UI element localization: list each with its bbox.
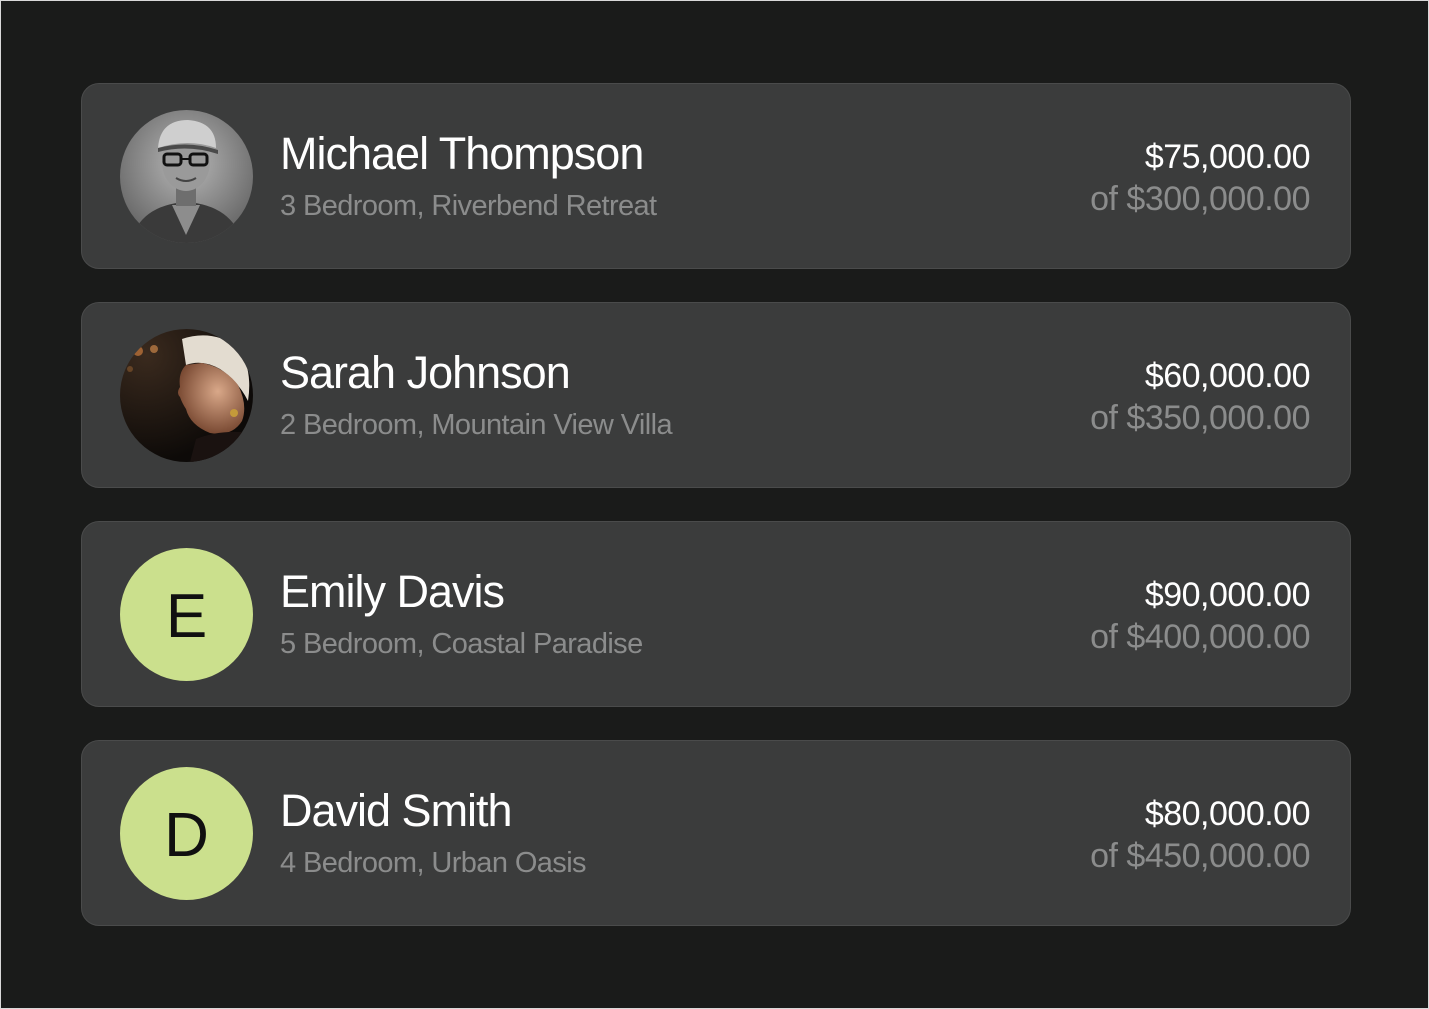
- total-amount: of $300,000.00: [1090, 180, 1310, 218]
- total-amount: of $450,000.00: [1090, 837, 1310, 875]
- list-item[interactable]: Sarah Johnson 2 Bedroom, Mountain View V…: [81, 302, 1351, 488]
- photo-avatar-icon: [120, 110, 253, 243]
- property-label: 5 Bedroom, Coastal Paradise: [280, 628, 643, 660]
- paid-amount: $80,000.00: [1144, 795, 1311, 833]
- paid-amount: $75,000.00: [1144, 138, 1311, 176]
- buyer-name: Michael Thompson: [280, 128, 644, 179]
- app-frame: Michael Thompson 3 Bedroom, Riverbend Re…: [0, 0, 1429, 1009]
- property-label: 2 Bedroom, Mountain View Villa: [280, 409, 673, 441]
- buyer-list: Michael Thompson 3 Bedroom, Riverbend Re…: [81, 83, 1351, 959]
- paid-amount: $60,000.00: [1144, 357, 1311, 395]
- avatar: E: [120, 548, 253, 681]
- avatar: [120, 329, 253, 462]
- list-item[interactable]: E Emily Davis 5 Bedroom, Coastal Paradis…: [81, 521, 1351, 707]
- list-item[interactable]: Michael Thompson 3 Bedroom, Riverbend Re…: [81, 83, 1351, 269]
- avatar: D: [120, 767, 253, 900]
- total-amount: of $350,000.00: [1090, 399, 1310, 437]
- avatar: [120, 110, 253, 243]
- photo-avatar-icon: [120, 329, 253, 462]
- buyer-name: David Smith: [280, 785, 513, 836]
- list-item[interactable]: D David Smith 4 Bedroom, Urban Oasis $80…: [81, 740, 1351, 926]
- property-label: 4 Bedroom, Urban Oasis: [280, 847, 587, 879]
- property-label: 3 Bedroom, Riverbend Retreat: [280, 190, 657, 222]
- avatar-initial: D: [164, 800, 209, 870]
- buyer-name: Sarah Johnson: [280, 347, 571, 398]
- avatar-initial: E: [165, 581, 208, 651]
- paid-amount: $90,000.00: [1144, 576, 1311, 614]
- buyer-name: Emily Davis: [280, 566, 505, 617]
- total-amount: of $400,000.00: [1090, 618, 1310, 656]
